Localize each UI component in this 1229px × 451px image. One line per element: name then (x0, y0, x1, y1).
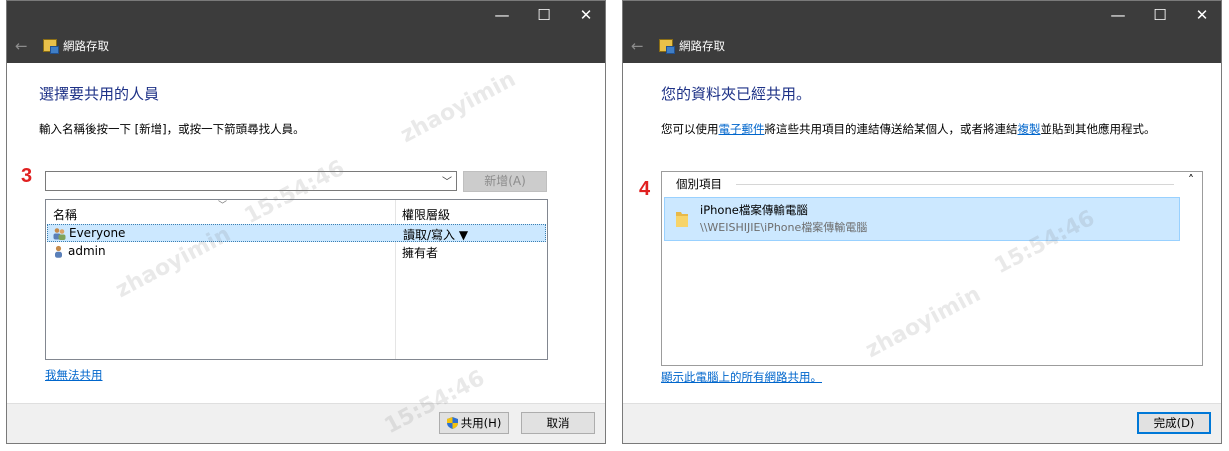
group-users-icon (53, 228, 66, 240)
main-content: 選擇要共用的人員 輸入名稱後按一下 [新增]，或按一下箭頭尋找人員。 3 ﹀ 新… (7, 63, 605, 403)
maximize-button[interactable]: ☐ (529, 5, 559, 27)
shared-item[interactable]: iPhone檔案傳輸電腦 \\WEISHIJIE\iPhone檔案傳輸電腦 (664, 197, 1180, 241)
cant-share-link[interactable]: 我無法共用 (45, 367, 103, 383)
page-title: 選擇要共用的人員 (39, 85, 160, 103)
chevron-up-icon[interactable]: ˄ (1188, 173, 1194, 187)
share-button-label: 共用(H) (460, 416, 502, 430)
back-arrow-icon[interactable]: ← (631, 37, 644, 55)
folder-icon (676, 212, 688, 227)
show-all-shares-link[interactable]: 顯示此電腦上的所有網路共用。 (661, 369, 822, 385)
row-name: admin (68, 244, 106, 258)
desc-prefix: 您可以使用 (661, 122, 719, 136)
uac-shield-icon (446, 417, 458, 429)
copy-link[interactable]: 複製 (1018, 122, 1041, 136)
step-number-label: 3 (21, 165, 33, 187)
shared-items-group: 個別項目 ˄ iPhone檔案傳輸電腦 \\WEISHIJIE\iPhone檔案… (661, 171, 1203, 366)
minimize-button[interactable]: — (1103, 5, 1133, 27)
sort-arrow-icon: ﹀ (218, 201, 228, 211)
desc-suffix: 並貼到其他應用程式。 (1040, 122, 1156, 136)
chevron-down-icon[interactable]: ﹀ (442, 173, 452, 188)
instruction-text: 您可以使用電子郵件將這些共用項目的連結傳送給某個人，或者將連結複製並貼到其他應用… (661, 121, 1156, 137)
desc-middle: 將這些共用項目的連結傳送給某個人，或者將連結 (764, 122, 1018, 136)
column-header-permission[interactable]: 權限層級 (402, 206, 450, 223)
item-path: \\WEISHIJIE\iPhone檔案傳輸電腦 (700, 221, 868, 234)
list-item-everyone[interactable]: Everyone 讀取/寫入 ▼ (47, 224, 546, 242)
share-people-window: — ☐ ✕ ← 網路存取 選擇要共用的人員 輸入名稱後按一下 [新增]，或按一下… (6, 0, 606, 444)
title-bar: — ☐ ✕ ← 網路存取 (7, 1, 605, 63)
group-divider (736, 184, 1174, 185)
close-button[interactable]: ✕ (1187, 5, 1217, 27)
people-list[interactable]: ﹀ 名稱 權限層級 Everyone 讀取/寫入 ▼ admin 擁有者 (45, 199, 548, 360)
row-permission: 擁有者 (402, 246, 439, 260)
folder-shared-window: — ☐ ✕ ← 網路存取 您的資料夾已經共用。 您可以使用電子郵件將這些共用項目… (622, 0, 1222, 444)
permission-dropdown[interactable]: 讀取/寫入 ▼ (403, 226, 468, 243)
app-title: 網路存取 (63, 39, 109, 53)
group-title: 個別項目 (676, 177, 722, 191)
cancel-button[interactable]: 取消 (521, 412, 595, 434)
list-item-admin[interactable]: admin 擁有者 (47, 243, 546, 261)
name-combobox[interactable]: ﹀ (45, 171, 457, 191)
maximize-button[interactable]: ☐ (1145, 5, 1175, 27)
instruction-text: 輸入名稱後按一下 [新增]，或按一下箭頭尋找人員。 (39, 122, 305, 136)
user-icon (55, 245, 62, 258)
back-arrow-icon[interactable]: ← (15, 37, 28, 55)
column-header-name[interactable]: 名稱 (53, 206, 77, 223)
item-name: iPhone檔案傳輸電腦 (700, 203, 808, 217)
footer: 完成(D) (623, 403, 1221, 443)
close-button[interactable]: ✕ (571, 5, 601, 27)
share-button[interactable]: 共用(H) (439, 412, 509, 434)
main-content: 您的資料夾已經共用。 您可以使用電子郵件將這些共用項目的連結傳送給某個人，或者將… (623, 63, 1221, 403)
network-access-icon (659, 39, 675, 54)
app-title: 網路存取 (679, 39, 725, 53)
network-access-icon (43, 39, 59, 54)
add-button[interactable]: 新增(A) (463, 171, 547, 192)
minimize-button[interactable]: — (487, 5, 517, 27)
row-name: Everyone (69, 226, 126, 240)
done-button[interactable]: 完成(D) (1137, 412, 1211, 434)
email-link[interactable]: 電子郵件 (719, 122, 765, 136)
page-title: 您的資料夾已經共用。 (661, 85, 812, 103)
step-number-label: 4 (639, 178, 651, 200)
footer: 共用(H) 取消 (7, 403, 605, 443)
title-bar: — ☐ ✕ ← 網路存取 (623, 1, 1221, 63)
